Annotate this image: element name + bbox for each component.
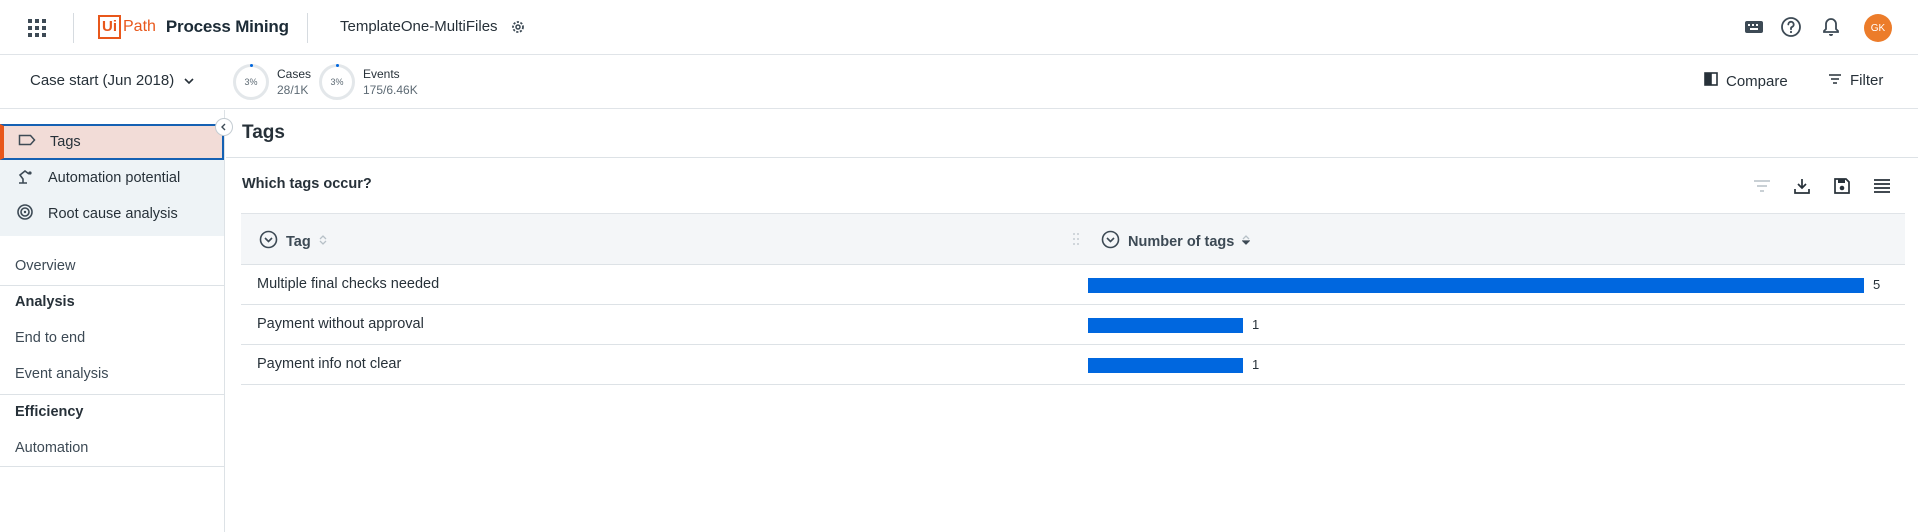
title-divider — [226, 157, 1918, 158]
events-ring-chart: 3% — [319, 64, 355, 100]
nav-divider — [0, 466, 224, 467]
filter-lines-icon[interactable] — [1750, 174, 1774, 198]
settings-gear-icon[interactable] — [510, 19, 526, 35]
page-title: Tags — [242, 122, 285, 143]
menu-lines-icon[interactable] — [1870, 174, 1894, 198]
tag-cell: Payment info not clear — [257, 356, 402, 372]
keyboard-icon[interactable] — [1743, 16, 1765, 38]
count-value: 5 — [1873, 277, 1881, 292]
column-label: Tag — [286, 233, 311, 250]
sidebar-item-automation-potential[interactable]: Automation potential — [0, 160, 224, 196]
nav-overview[interactable]: Overview — [15, 258, 75, 274]
save-icon[interactable] — [1830, 174, 1854, 198]
sidebar-item-tags[interactable]: Tags — [0, 124, 224, 160]
header-divider — [73, 13, 74, 43]
filter-icon — [1828, 72, 1842, 89]
cases-value: 28/1K — [277, 83, 309, 97]
table-row[interactable]: Multiple final checks needed 5 — [241, 265, 1905, 305]
cases-percent: 3% — [244, 77, 258, 87]
cases-ring-chart: 3% — [233, 64, 269, 100]
widget-title: Which tags occur? — [242, 176, 372, 192]
table-header: Tag Number of tags — [241, 213, 1905, 265]
column-header-tag[interactable]: Tag — [259, 230, 327, 253]
robot-arm-icon — [16, 167, 34, 189]
count-bar — [1088, 358, 1243, 373]
target-icon — [16, 203, 34, 225]
date-filter-label: Case start (Jun 2018) — [30, 72, 175, 89]
nav-end-to-end[interactable]: End to end — [15, 330, 85, 346]
column-label: Number of tags — [1128, 233, 1235, 250]
sidebar: Tags Automation potential Root cause ana… — [0, 110, 233, 532]
uipath-logo[interactable]: Ui Path Process Mining — [98, 14, 289, 40]
chevron-circle-icon[interactable] — [259, 230, 278, 253]
filter-label: Filter — [1850, 72, 1884, 89]
tag-cell: Payment without approval — [257, 316, 424, 332]
cases-label: Cases — [277, 67, 312, 81]
nav-automation[interactable]: Automation — [15, 440, 88, 456]
avatar[interactable]: GK — [1864, 14, 1892, 42]
count-bar — [1088, 318, 1243, 333]
sort-descending-icon[interactable] — [1241, 234, 1251, 250]
top-header: Ui Path Process Mining TemplateOne-Multi… — [0, 0, 1918, 55]
nav-section-analysis: Analysis — [15, 294, 75, 310]
date-filter-dropdown[interactable]: Case start (Jun 2018) — [30, 72, 194, 89]
table-row[interactable]: Payment without approval 1 — [241, 305, 1905, 345]
sort-icon[interactable] — [319, 234, 327, 250]
collapse-sidebar-button[interactable] — [215, 118, 233, 136]
bell-icon[interactable] — [1820, 16, 1842, 38]
events-label: Events — [363, 67, 400, 81]
filter-bar: Case start (Jun 2018) 3% Cases 28/1K 3% … — [0, 56, 1918, 109]
chevron-circle-icon[interactable] — [1101, 230, 1120, 253]
count-value: 1 — [1252, 317, 1260, 332]
product-name: Process Mining — [165, 17, 289, 36]
filter-button[interactable]: Filter — [1828, 72, 1883, 89]
header-divider — [307, 13, 308, 43]
sidebar-item-label: Tags — [50, 134, 81, 150]
compare-icon — [1704, 72, 1718, 90]
download-icon[interactable] — [1790, 174, 1814, 198]
nav-section-efficiency: Efficiency — [15, 404, 84, 420]
nav-event-analysis[interactable]: Event analysis — [15, 366, 109, 382]
sidebar-apps-group: Tags Automation potential Root cause ana… — [0, 124, 224, 236]
nav-divider — [0, 394, 224, 395]
events-percent: 3% — [330, 77, 344, 87]
sidebar-item-label: Root cause analysis — [48, 206, 178, 222]
tag-cell: Multiple final checks needed — [257, 276, 440, 292]
logo-ui-text: Ui — [98, 15, 121, 39]
help-icon[interactable] — [1780, 16, 1802, 38]
compare-button[interactable]: Compare — [1704, 72, 1788, 90]
tags-table: Tag Number of tags Multiple final checks… — [241, 213, 1905, 385]
column-header-number-of-tags[interactable]: Number of tags — [1101, 230, 1251, 253]
tag-icon — [18, 134, 36, 150]
sidebar-item-root-cause-analysis[interactable]: Root cause analysis — [0, 196, 224, 232]
compare-label: Compare — [1726, 72, 1788, 90]
events-value: 175/6.46K — [363, 83, 418, 97]
sidebar-item-label: Automation potential — [48, 170, 181, 186]
app-name[interactable]: TemplateOne-MultiFiles — [340, 18, 498, 35]
chevron-down-icon — [184, 72, 194, 89]
column-resize-handle[interactable] — [1071, 231, 1081, 247]
table-row[interactable]: Payment info not clear 1 — [241, 345, 1905, 385]
apps-grid-icon[interactable] — [26, 17, 48, 39]
nav-divider — [0, 285, 224, 286]
count-value: 1 — [1252, 357, 1260, 372]
logo-path-text: Path — [123, 18, 156, 35]
count-bar — [1088, 278, 1864, 293]
